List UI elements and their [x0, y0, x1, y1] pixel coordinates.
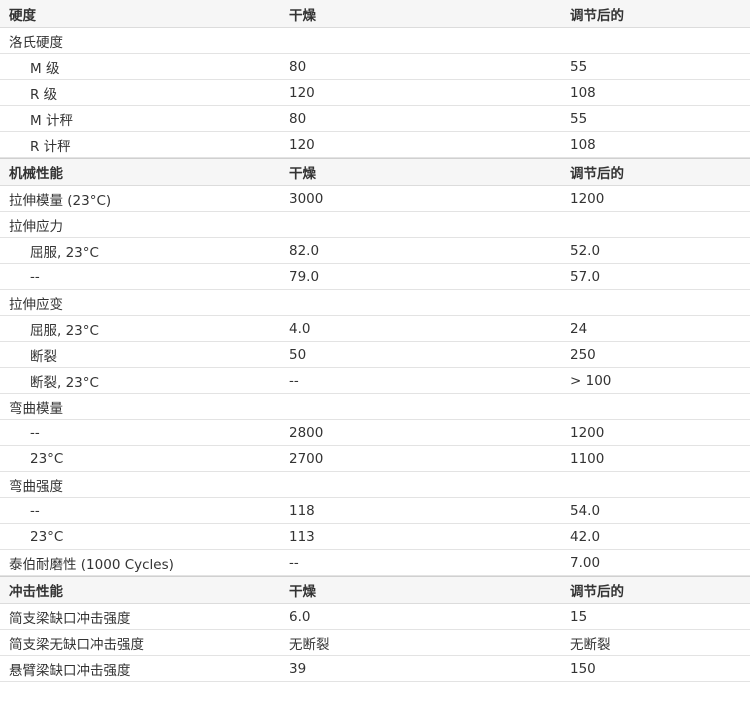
row-label: 断裂, 23°C — [30, 374, 99, 391]
table-row: R 级 120 108 — [0, 80, 750, 106]
table-row: 泰伯耐磨性 (1000 Cycles) -- 7.00 — [0, 550, 750, 576]
header-dry: 干燥 — [289, 166, 316, 182]
row-label: 断裂 — [30, 348, 57, 365]
row-label: -- — [30, 502, 40, 519]
table-row: 屈服, 23°C 82.0 52.0 — [0, 238, 750, 264]
row-conditioned-value: 1100 — [570, 450, 605, 467]
row-label: R 级 — [30, 86, 58, 103]
row-dry-value: 80 — [289, 58, 307, 75]
table-row: 洛氏硬度 — [0, 28, 750, 54]
table-row: M 级 80 55 — [0, 54, 750, 80]
row-conditioned-value: 无断裂 — [570, 636, 611, 653]
section-header-hardness: 硬度 干燥 调节后的 — [0, 0, 750, 28]
row-dry-value: 118 — [289, 502, 315, 519]
row-dry-value: 2700 — [289, 450, 324, 467]
row-conditioned-value: 250 — [570, 346, 596, 363]
row-label: M 计秤 — [30, 112, 73, 129]
row-conditioned-value: 54.0 — [570, 502, 601, 519]
row-conditioned-value: 108 — [570, 136, 596, 153]
header-conditioned: 调节后的 — [570, 7, 624, 24]
row-dry-value: 2800 — [289, 424, 324, 441]
row-conditioned-value: 52.0 — [570, 242, 601, 259]
header-property: 机械性能 — [9, 166, 63, 182]
row-conditioned-value: 1200 — [570, 190, 605, 207]
row-conditioned-value: 55 — [570, 110, 588, 127]
row-label: 简支梁无缺口冲击强度 — [9, 636, 144, 653]
row-label: 弯曲模量 — [9, 400, 63, 417]
table-row: -- 2800 1200 — [0, 420, 750, 446]
row-dry-value: 82.0 — [289, 242, 320, 259]
table-row: 弯曲强度 — [0, 472, 750, 498]
table-row: M 计秤 80 55 — [0, 106, 750, 132]
header-conditioned: 调节后的 — [570, 584, 624, 600]
row-dry-value: 无断裂 — [289, 636, 330, 653]
header-property: 冲击性能 — [9, 584, 63, 600]
table-row: -- 118 54.0 — [0, 498, 750, 524]
table-row: 简支梁无缺口冲击强度 无断裂 无断裂 — [0, 630, 750, 656]
table-row: 23°C 113 42.0 — [0, 524, 750, 550]
row-dry-value: 120 — [289, 84, 315, 101]
row-label: R 计秤 — [30, 138, 71, 155]
row-label: 屈服, 23°C — [30, 322, 99, 339]
row-conditioned-value: 57.0 — [570, 268, 601, 285]
row-label: -- — [30, 424, 40, 441]
row-label: 悬臂梁缺口冲击强度 — [9, 662, 131, 679]
row-conditioned-value: > 100 — [570, 372, 612, 389]
row-dry-value: 6.0 — [289, 608, 311, 625]
table-row: 屈服, 23°C 4.0 24 — [0, 316, 750, 342]
row-label: 弯曲强度 — [9, 478, 63, 495]
row-dry-value: 39 — [289, 660, 307, 677]
row-conditioned-value: 1200 — [570, 424, 605, 441]
table-row: 拉伸应力 — [0, 212, 750, 238]
row-label: 屈服, 23°C — [30, 244, 99, 261]
table-row: R 计秤 120 108 — [0, 132, 750, 158]
table-row: -- 79.0 57.0 — [0, 264, 750, 290]
row-conditioned-value: 55 — [570, 58, 588, 75]
row-dry-value: 113 — [289, 528, 315, 545]
header-dry: 干燥 — [289, 7, 316, 24]
row-label: 23°C — [30, 528, 64, 545]
table-row: 拉伸模量 (23°C) 3000 1200 — [0, 186, 750, 212]
header-dry: 干燥 — [289, 584, 316, 600]
row-label: 拉伸模量 (23°C) — [9, 192, 112, 209]
section-header-mechanical: 机械性能 干燥 调节后的 — [0, 158, 750, 186]
row-dry-value: 79.0 — [289, 268, 320, 285]
row-label: 洛氏硬度 — [9, 34, 63, 51]
section-header-impact: 冲击性能 干燥 调节后的 — [0, 576, 750, 604]
table-row: 断裂, 23°C -- > 100 — [0, 368, 750, 394]
table-row: 简支梁缺口冲击强度 6.0 15 — [0, 604, 750, 630]
row-dry-value: 50 — [289, 346, 307, 363]
row-conditioned-value: 42.0 — [570, 528, 601, 545]
row-label: 拉伸应力 — [9, 218, 63, 235]
row-conditioned-value: 24 — [570, 320, 588, 337]
row-conditioned-value: 7.00 — [570, 554, 601, 571]
row-dry-value: 4.0 — [289, 320, 311, 337]
row-label: 23°C — [30, 450, 64, 467]
table-row: 拉伸应变 — [0, 290, 750, 316]
row-label: -- — [30, 268, 40, 285]
properties-table: 硬度 干燥 调节后的 洛氏硬度 M 级 80 55 R 级 120 108 M … — [0, 0, 750, 682]
row-label: M 级 — [30, 60, 60, 77]
row-dry-value: 120 — [289, 136, 315, 153]
row-conditioned-value: 150 — [570, 660, 596, 677]
row-dry-value: -- — [289, 554, 299, 571]
row-label: 拉伸应变 — [9, 296, 63, 313]
header-conditioned: 调节后的 — [570, 166, 624, 182]
table-row: 悬臂梁缺口冲击强度 39 150 — [0, 656, 750, 682]
row-label: 泰伯耐磨性 (1000 Cycles) — [9, 556, 174, 573]
row-dry-value: 80 — [289, 110, 307, 127]
table-row: 弯曲模量 — [0, 394, 750, 420]
header-property: 硬度 — [9, 7, 36, 24]
row-dry-value: -- — [289, 372, 299, 389]
table-row: 断裂 50 250 — [0, 342, 750, 368]
row-label: 简支梁缺口冲击强度 — [9, 610, 131, 627]
table-row: 23°C 2700 1100 — [0, 446, 750, 472]
row-conditioned-value: 108 — [570, 84, 596, 101]
row-dry-value: 3000 — [289, 190, 324, 207]
row-conditioned-value: 15 — [570, 608, 588, 625]
